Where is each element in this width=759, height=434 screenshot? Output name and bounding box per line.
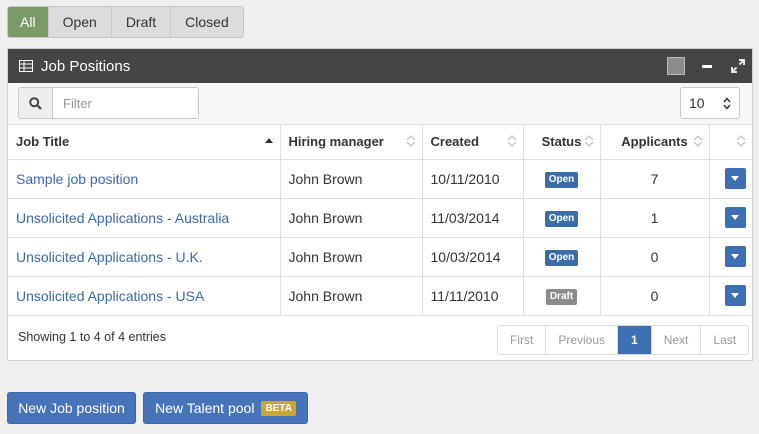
applicants-cell: 1 bbox=[600, 198, 710, 238]
status-badge: Open bbox=[544, 250, 579, 266]
panel-color-icon[interactable] bbox=[667, 57, 685, 75]
page-size-value: 10 bbox=[689, 95, 705, 111]
search-icon bbox=[19, 88, 53, 118]
row-actions-button[interactable] bbox=[724, 168, 746, 189]
status-badge: Draft bbox=[545, 289, 578, 305]
panel-footer: Showing 1 to 4 of 4 entries First Previo… bbox=[8, 316, 752, 360]
filter-group bbox=[18, 87, 199, 119]
sort-icon bbox=[693, 135, 702, 147]
panel-title: Job Positions bbox=[41, 57, 131, 75]
new-talent-pool-button[interactable]: New Talent pool BETA bbox=[143, 392, 308, 424]
entries-info: Showing 1 to 4 of 4 entries bbox=[18, 329, 167, 344]
row-actions-button[interactable] bbox=[724, 246, 746, 267]
hiring-manager-cell: John Brown bbox=[280, 276, 423, 316]
filter-input[interactable] bbox=[53, 88, 198, 118]
caret-down-icon bbox=[731, 215, 739, 220]
job-title-link[interactable]: Unsolicited Applications - U.K. bbox=[16, 249, 203, 265]
beta-badge: BETA bbox=[261, 400, 296, 416]
col-applicants[interactable]: Applicants bbox=[600, 125, 710, 160]
created-cell: 11/03/2014 bbox=[422, 198, 524, 238]
caret-down-icon bbox=[731, 176, 739, 181]
hiring-manager-cell: John Brown bbox=[280, 237, 423, 277]
status-badge: Open bbox=[544, 211, 579, 227]
table-header-row: Job Title Hiring manager Created Status … bbox=[8, 125, 752, 160]
status-filter-tabs: All Open Draft Closed bbox=[7, 6, 244, 38]
col-status[interactable]: Status bbox=[523, 125, 601, 160]
job-title-link[interactable]: Unsolicited Applications - USA bbox=[16, 288, 204, 304]
minimize-icon[interactable] bbox=[702, 65, 712, 68]
sort-icon bbox=[406, 135, 415, 147]
job-positions-table: Job Title Hiring manager Created Status … bbox=[8, 125, 752, 316]
applicants-cell: 7 bbox=[600, 159, 710, 199]
col-hiring-manager[interactable]: Hiring manager bbox=[280, 125, 423, 160]
row-actions-button[interactable] bbox=[724, 285, 746, 306]
page-first[interactable]: First bbox=[498, 325, 547, 354]
page-current[interactable]: 1 bbox=[618, 325, 652, 354]
table-row: Unsolicited Applications - USA John Brow… bbox=[8, 276, 752, 316]
job-title-link[interactable]: Sample job position bbox=[16, 171, 138, 187]
panel-header: Job Positions bbox=[8, 49, 752, 83]
caret-down-icon bbox=[731, 293, 739, 298]
job-title-link[interactable]: Unsolicited Applications - Australia bbox=[16, 210, 229, 226]
table-row: Unsolicited Applications - U.K. John Bro… bbox=[8, 237, 752, 277]
expand-icon[interactable] bbox=[731, 59, 745, 73]
sort-asc-icon bbox=[264, 138, 273, 143]
page-last[interactable]: Last bbox=[701, 325, 749, 354]
row-actions-button[interactable] bbox=[724, 207, 746, 228]
created-cell: 10/11/2010 bbox=[422, 159, 524, 199]
page-size-select[interactable]: 10 bbox=[680, 87, 740, 119]
page-previous[interactable]: Previous bbox=[546, 325, 619, 354]
col-job-title[interactable]: Job Title bbox=[8, 125, 281, 160]
tab-all[interactable]: All bbox=[8, 7, 49, 37]
panel-toolbar: 10 bbox=[8, 83, 752, 125]
tab-open[interactable]: Open bbox=[49, 7, 112, 37]
applicants-cell: 0 bbox=[600, 237, 710, 277]
updown-arrows-icon bbox=[723, 97, 731, 110]
table-icon bbox=[19, 60, 33, 72]
pagination: First Previous 1 Next Last bbox=[497, 324, 750, 355]
tab-closed[interactable]: Closed bbox=[171, 7, 243, 37]
col-actions[interactable] bbox=[709, 125, 752, 160]
hiring-manager-cell: John Brown bbox=[280, 198, 423, 238]
job-positions-panel: Job Positions 10 bbox=[7, 48, 753, 361]
sort-icon bbox=[736, 135, 746, 147]
table-row: Sample job position John Brown 10/11/201… bbox=[8, 159, 752, 199]
hiring-manager-cell: John Brown bbox=[280, 159, 423, 199]
caret-down-icon bbox=[731, 254, 739, 259]
sort-icon bbox=[584, 135, 593, 147]
new-job-position-button[interactable]: New Job position bbox=[7, 392, 136, 424]
page-next[interactable]: Next bbox=[651, 325, 702, 354]
tab-draft[interactable]: Draft bbox=[112, 7, 172, 37]
sort-icon bbox=[507, 135, 516, 147]
status-badge: Open bbox=[544, 172, 579, 188]
table-row: Unsolicited Applications - Australia Joh… bbox=[8, 198, 752, 238]
created-cell: 10/03/2014 bbox=[422, 237, 524, 277]
col-created[interactable]: Created bbox=[422, 125, 524, 160]
applicants-cell: 0 bbox=[600, 276, 710, 316]
created-cell: 11/11/2010 bbox=[422, 276, 524, 316]
